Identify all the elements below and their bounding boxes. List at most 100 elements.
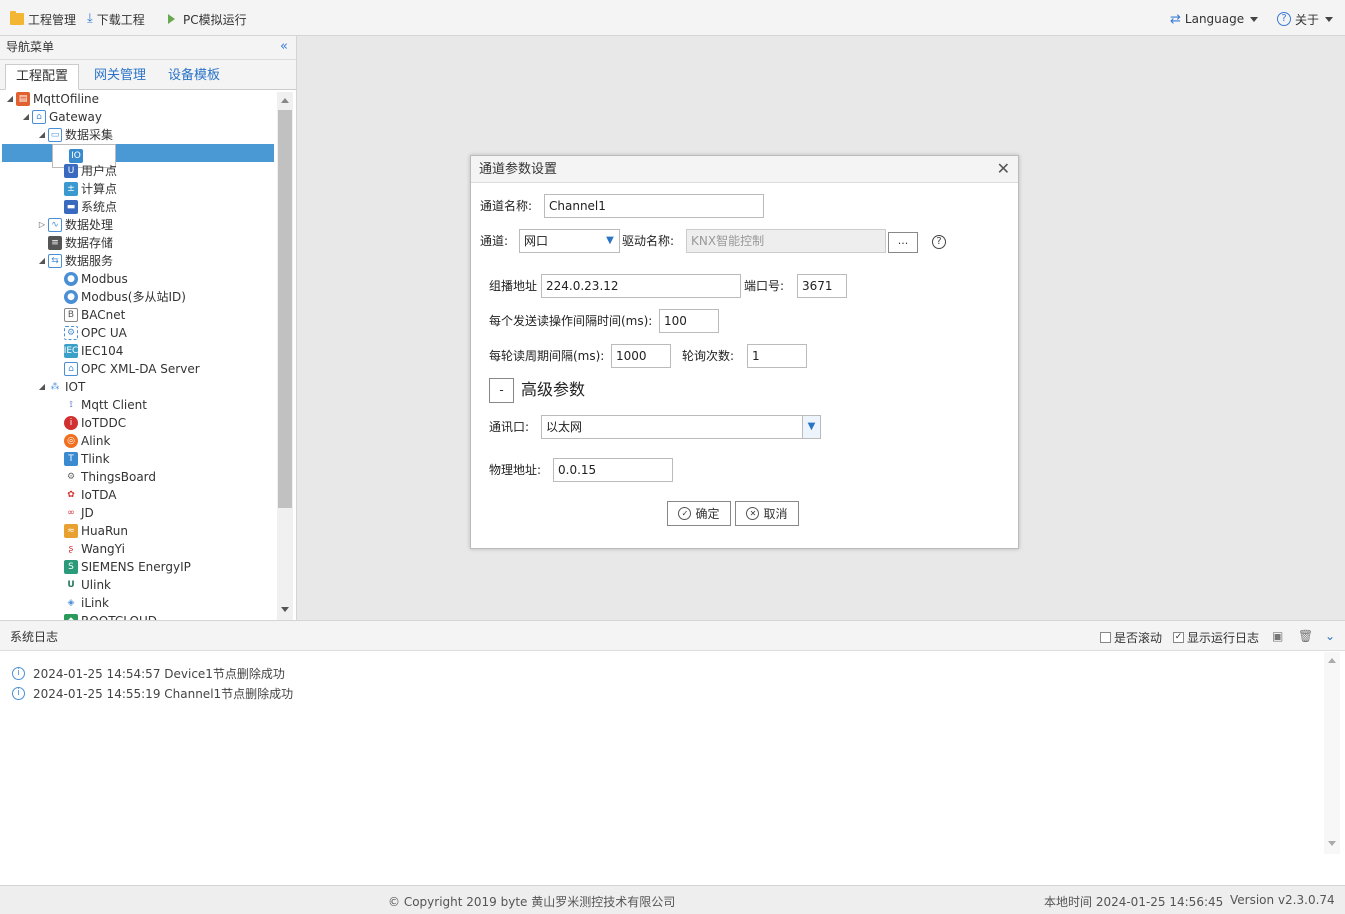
download-icon: ⤓ [87,11,93,26]
tree-node[interactable]: ▬ 系统点 [52,198,117,216]
tree-node[interactable]: ± 计算点 [52,180,117,198]
help-icon: ? [1277,12,1291,26]
log-entry: i 2024-01-25 14:55:19 Channel1节点删除成功 [12,685,293,702]
collapse-left-icon[interactable]: « [280,36,288,58]
tree-node[interactable]: ∞ JD [52,504,94,522]
wangyi-icon: ʂ [64,542,78,556]
tree-node[interactable]: ✿ IoTDA [52,486,116,504]
tree-node[interactable]: i IoTDDC [52,414,126,432]
advanced-toggle-button[interactable]: - [489,378,514,403]
data-process-icon: ∿ [48,218,62,232]
tree-node[interactable]: T Tlink [52,450,110,468]
tree-scrollbar[interactable] [277,92,293,620]
local-time-text: 本地时间 2024-01-25 14:56:45 [1044,895,1224,909]
tree-node[interactable]: ◈ iLink [52,594,109,612]
opcua-icon: ⚙ [64,326,78,340]
tab-project-config[interactable]: 工程配置 [5,64,80,90]
channel-select[interactable]: 网口 ▼ [519,229,620,253]
log-scrollbar[interactable] [1324,652,1340,854]
iot-icon: ⁂ [48,380,62,394]
info-icon: i [12,687,25,700]
tree-node[interactable]: ◢ ▤ MqttOfiline [4,90,99,108]
tab-device-template[interactable]: 设备模板 [158,64,230,90]
tree-node[interactable]: ● Modbus [52,270,128,288]
cycle-input[interactable]: 1000 [611,344,671,368]
tree-node[interactable]: ⟟ Mqtt Client [52,396,147,414]
about-menu[interactable]: ? 关于 [1277,10,1334,28]
database-icon: ≡ [48,236,62,250]
auto-scroll-checkbox[interactable]: 是否滚动 [1100,629,1162,646]
help-icon[interactable]: ? [932,235,946,249]
tree-node[interactable]: ◢ ⁂ IOT [36,378,85,396]
io-icon: IO [69,149,83,163]
language-icon: ⇄ [1170,11,1181,27]
trash-icon[interactable]: 🗑 [1298,629,1313,643]
tree-node[interactable]: ▷ ∿ 数据处理 [36,216,113,234]
tree-node[interactable]: B BACnet [52,306,125,324]
info-icon: i [12,667,25,680]
project-mgmt-button[interactable]: 工程管理 [10,10,76,28]
tree-node[interactable]: ≈ HuaRun [52,522,128,540]
scroll-up-icon[interactable] [1328,658,1336,663]
poll-count-input[interactable]: 1 [747,344,807,368]
browse-driver-button[interactable]: ... [888,232,918,253]
huarun-icon: ≈ [64,524,78,538]
tree-node[interactable]: IEC IEC104 [52,342,123,360]
ilink-icon: ◈ [64,596,78,610]
tree-node[interactable]: S SIEMENS EnergyIP [52,558,191,576]
tree-node[interactable]: ⚙ ThingsBoard [52,468,156,486]
port-label: 端口号: [744,279,785,293]
save-icon[interactable]: ▣ [1272,629,1283,643]
cycle-label: 每轮读周期间隔(ms): [489,349,605,363]
driver-input: KNX智能控制 [686,229,886,253]
dialog-title: 通道参数设置 [471,156,1018,183]
bacnet-icon: B [64,308,78,322]
scroll-up-icon[interactable] [281,98,289,103]
download-project-button[interactable]: ⤓ 下载工程 [87,10,145,28]
modbus-multi-icon: ● [64,290,78,304]
tree-node[interactable]: ◢ ⌂ Gateway [20,108,102,126]
interval-input[interactable]: 100 [659,309,719,333]
top-toolbar: 工程管理 ⤓ 下载工程 PC模拟运行 ⇄ Language ? 关于 [0,0,1345,36]
tree-node[interactable]: ◎ Alink [52,432,110,450]
comm-port-select[interactable]: 以太网 ▼ [541,415,821,439]
scroll-down-icon[interactable] [1328,841,1336,846]
cancel-circle-icon: ✕ [746,507,760,520]
thingsboard-icon: ⚙ [64,470,78,484]
port-input[interactable]: 3671 [797,274,847,298]
iotddc-icon: i [64,416,78,430]
checkbox-unchecked-icon [1100,632,1111,643]
tree-node[interactable]: ● Modbus(多从站ID) [52,288,186,306]
caret-down-icon [1325,16,1334,22]
close-icon[interactable]: ✕ [997,160,1010,178]
selection-highlight [2,144,274,162]
gateway-icon: ⌂ [32,110,46,124]
cancel-button[interactable]: ✕ 取消 [735,501,799,526]
channel-name-input[interactable]: Channel1 [544,194,764,218]
chevron-down-icon: ▼ [606,235,614,246]
show-run-log-checkbox[interactable]: ✓ 显示运行日志 [1173,629,1259,646]
collapse-down-icon[interactable]: ⌄ [1325,629,1335,643]
tree-node[interactable]: ʂ WangYi [52,540,125,558]
log-entry: i 2024-01-25 14:54:57 Device1节点删除成功 [12,665,285,682]
tree-node[interactable]: ⚙ OPC UA [52,324,127,342]
poll-count-label: 轮询次数: [682,349,735,363]
scroll-thumb[interactable] [278,110,292,508]
pc-simulate-button[interactable]: PC模拟运行 [168,10,247,28]
driver-label: 驱动名称: [622,234,675,248]
tree-node[interactable]: U Ulink [52,576,111,594]
multicast-input[interactable]: 224.0.23.12 [541,274,741,298]
tab-gateway-mgmt[interactable]: 网关管理 [84,64,156,90]
user-point-icon: U [64,164,78,178]
language-menu[interactable]: ⇄ Language [1170,10,1259,28]
tree-node[interactable]: U 用户点 [52,162,117,180]
tree-node[interactable]: ◢ ⇆ 数据服务 [36,252,113,270]
scroll-down-icon[interactable] [281,607,289,612]
tree-node[interactable]: ⌂ OPC XML-DA Server [52,360,200,378]
tree-node[interactable]: ◢ ▭ 数据采集 [36,126,113,144]
phys-addr-input[interactable]: 0.0.15 [553,458,673,482]
tree-node[interactable]: ◆ROOTCLOUD [52,612,157,620]
ok-button[interactable]: ✓ 确定 [667,501,731,526]
tree-node[interactable]: ≡ 数据存储 [36,234,113,252]
siemens-icon: S [64,560,78,574]
